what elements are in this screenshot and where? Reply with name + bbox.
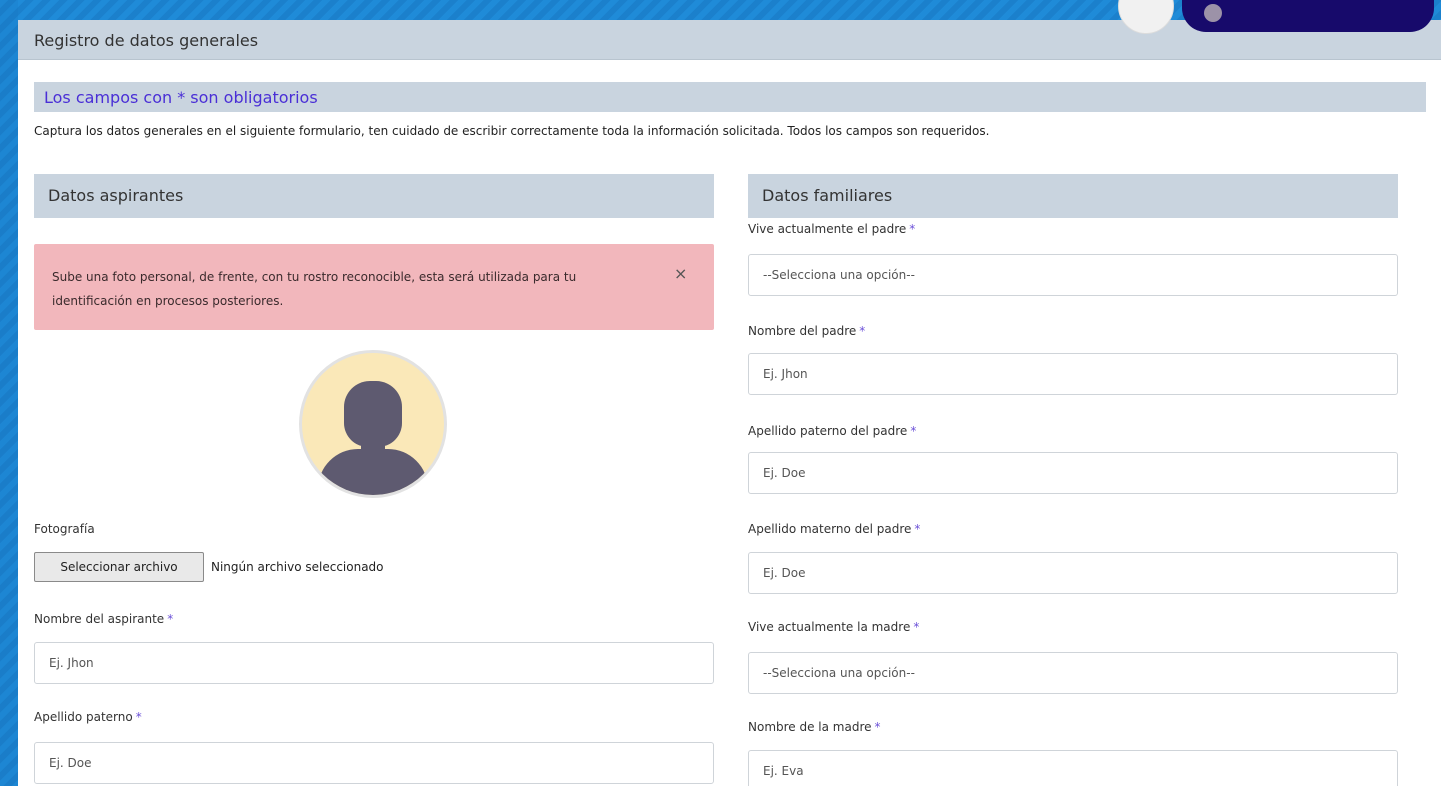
user-menu[interactable] — [1182, 0, 1434, 32]
required-notice: Los campos con * son obligatorios — [34, 82, 1426, 112]
field-label-apellido-paterno-padre: Apellido paterno del padre * — [748, 424, 916, 438]
label-text: Vive actualmente el padre — [748, 222, 907, 236]
required-mark: * — [909, 222, 916, 236]
required-mark: * — [874, 720, 881, 734]
required-mark: * — [135, 710, 142, 724]
select-file-button[interactable]: Seleccionar archivo — [34, 552, 204, 582]
avatar-body — [318, 449, 428, 495]
user-silhouette-icon — [299, 350, 447, 498]
required-notice-text: Los campos con * son obligatorios — [44, 88, 318, 107]
label-text: Apellido materno del padre — [748, 522, 912, 536]
field-label-nombre-padre: Nombre del padre * — [748, 324, 865, 338]
section-datos-aspirantes: Datos aspirantes — [34, 174, 714, 218]
registration-panel: Registro de datos generales Los campos c… — [18, 20, 1441, 786]
required-mark: * — [167, 612, 174, 626]
file-status: Ningún archivo seleccionado — [211, 560, 384, 574]
apellido-materno-padre-input[interactable]: Ej. Doe — [748, 552, 1398, 594]
label-text: Vive actualmente la madre — [748, 620, 911, 634]
section-title: Datos familiares — [762, 186, 893, 205]
background-left-strip — [0, 0, 18, 786]
label-text: Nombre del aspirante — [34, 612, 165, 626]
apellido-paterno-input[interactable]: Ej. Doe — [34, 742, 714, 784]
alert-text: Sube una foto personal, de frente, con t… — [52, 270, 577, 308]
photo-label: Fotografía — [34, 522, 95, 536]
required-mark: * — [913, 620, 920, 634]
nombre-madre-input[interactable]: Ej. Eva — [748, 750, 1398, 786]
field-label-nombre-madre: Nombre de la madre * — [748, 720, 881, 734]
field-label-vive-padre: Vive actualmente el padre * — [748, 222, 915, 236]
page-title: Registro de datos generales — [34, 31, 259, 50]
required-mark: * — [910, 424, 917, 438]
required-mark: * — [859, 324, 866, 338]
field-label-apellido-materno-padre: Apellido materno del padre * — [748, 522, 920, 536]
field-label-vive-madre: Vive actualmente la madre * — [748, 620, 919, 634]
intro-text: Captura los datos generales en el siguie… — [34, 124, 990, 138]
nombre-aspirante-input[interactable]: Ej. Jhon — [34, 642, 714, 684]
label-text: Nombre del padre — [748, 324, 857, 338]
vive-padre-select[interactable]: --Selecciona una opción-- — [748, 254, 1398, 296]
label-text: Nombre de la madre — [748, 720, 872, 734]
field-label-nombre-aspirante: Nombre del aspirante * — [34, 612, 173, 626]
user-avatar-icon — [1204, 4, 1222, 22]
required-mark: * — [914, 522, 921, 536]
photo-alert: Sube una foto personal, de frente, con t… — [34, 244, 714, 330]
vive-madre-select[interactable]: --Selecciona una opción-- — [748, 652, 1398, 694]
label-text: Apellido paterno — [34, 710, 133, 724]
label-text: Apellido paterno del padre — [748, 424, 908, 438]
section-title: Datos aspirantes — [48, 186, 184, 205]
nombre-padre-input[interactable]: Ej. Jhon — [748, 353, 1398, 395]
section-datos-familiares: Datos familiares — [748, 174, 1398, 218]
apellido-paterno-padre-input[interactable]: Ej. Doe — [748, 452, 1398, 494]
field-label-apellido-paterno: Apellido paterno * — [34, 710, 142, 724]
close-icon[interactable]: × — [674, 264, 687, 283]
